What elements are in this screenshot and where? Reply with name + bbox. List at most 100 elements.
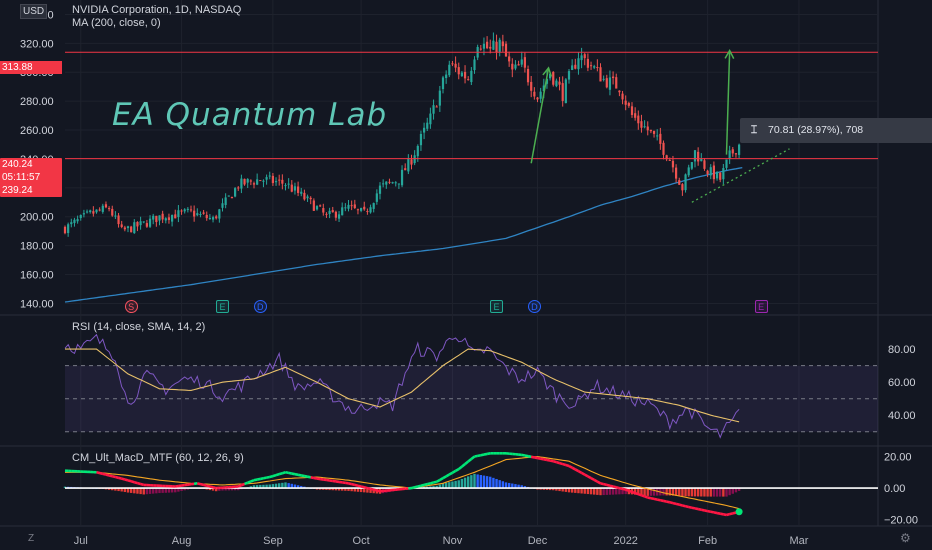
macd-line-segment bbox=[530, 455, 535, 459]
macd-line-segment bbox=[650, 496, 655, 501]
macd-line-segment bbox=[367, 486, 371, 491]
candle-body bbox=[577, 58, 580, 70]
candle-body bbox=[85, 211, 89, 213]
event-earnings-icon[interactable]: E bbox=[490, 300, 504, 313]
rsi-legend[interactable]: RSI (14, close, SMA, 14, 2) bbox=[72, 321, 205, 333]
candle-body bbox=[237, 187, 240, 189]
candle-body bbox=[397, 183, 400, 185]
macd-line-segment bbox=[556, 460, 560, 465]
measure-tool-label[interactable]: ⌶ 70.81 (28.97%), 708 bbox=[740, 118, 932, 143]
macd-line-segment bbox=[546, 458, 551, 462]
macd-line-segment bbox=[454, 467, 460, 473]
macd-line-segment bbox=[688, 505, 693, 509]
macd-histogram-bar bbox=[615, 488, 618, 495]
macd-line-segment bbox=[121, 477, 126, 481]
candle-body bbox=[309, 197, 312, 200]
macd-histogram-bar bbox=[495, 478, 498, 489]
event-earnings-upcoming-icon[interactable]: E bbox=[754, 300, 768, 313]
candle-body bbox=[700, 158, 703, 162]
time-tick-4: Nov bbox=[443, 535, 463, 547]
macd-histogram-bar bbox=[712, 488, 716, 497]
symbol-legend[interactable]: NVIDIA Corporation, 1D, NASDAQ bbox=[72, 4, 241, 16]
candle-body bbox=[114, 215, 117, 217]
macd-histogram-bar bbox=[448, 482, 451, 489]
candle-body bbox=[366, 211, 369, 213]
candle-body bbox=[199, 214, 202, 216]
candle-body bbox=[564, 79, 567, 104]
macd-histogram-bar bbox=[485, 476, 489, 489]
candle-body bbox=[104, 204, 108, 208]
candle-body bbox=[608, 77, 612, 90]
candle-body bbox=[183, 209, 186, 212]
macd-tick-1: 0.00 bbox=[884, 483, 905, 495]
candle-body bbox=[593, 66, 596, 68]
macd-line-segment bbox=[111, 474, 116, 479]
candle-body bbox=[511, 63, 514, 70]
candle-body bbox=[634, 113, 637, 118]
macd-histogram-bar bbox=[681, 488, 684, 497]
chart-canvas[interactable]: 140.00160.00180.00200.00220.00240.00260.… bbox=[0, 0, 932, 550]
candle-body bbox=[520, 59, 523, 65]
candle-body bbox=[407, 158, 410, 172]
candle-body bbox=[470, 70, 473, 83]
event-dividend-icon[interactable]: D bbox=[527, 300, 541, 313]
macd-histogram-bar bbox=[498, 480, 501, 489]
ma-legend[interactable]: MA (200, close, 0) bbox=[72, 17, 161, 29]
macd-histogram-bar bbox=[148, 488, 152, 494]
candle-body bbox=[218, 209, 221, 219]
macd-line-segment bbox=[474, 454, 478, 458]
macd-line-segment bbox=[291, 472, 296, 476]
macd-histogram-bar bbox=[608, 488, 612, 495]
event-split-icon[interactable]: S bbox=[124, 300, 138, 313]
timezone-icon[interactable]: Z bbox=[28, 533, 34, 544]
macd-line-segment bbox=[433, 480, 438, 484]
candle-body bbox=[130, 226, 133, 233]
candle-body bbox=[602, 78, 605, 80]
candle-body bbox=[139, 221, 142, 226]
price-tick-7: 280.00 bbox=[20, 96, 54, 108]
candle-body bbox=[618, 90, 621, 93]
macd-line-segment bbox=[275, 472, 280, 477]
macd-histogram-bar bbox=[602, 488, 605, 496]
candle-body bbox=[583, 54, 586, 59]
candle-body bbox=[391, 182, 394, 184]
time-tick-1: Aug bbox=[172, 535, 192, 547]
macd-line-segment bbox=[247, 480, 252, 484]
settings-icon[interactable]: ⚙ bbox=[900, 531, 911, 545]
macd-line-segment bbox=[596, 480, 602, 485]
macd-line-segment bbox=[102, 472, 107, 476]
price-tick-9: 320.00 bbox=[20, 38, 54, 50]
time-tick-8: Mar bbox=[789, 535, 808, 547]
macd-line-segment bbox=[307, 475, 311, 479]
candle-body bbox=[533, 91, 536, 97]
candle-body bbox=[158, 215, 161, 221]
macd-histogram-bar bbox=[479, 474, 482, 489]
candle-body bbox=[445, 74, 448, 79]
currency-badge[interactable]: USD bbox=[20, 4, 48, 19]
candle-body bbox=[319, 205, 322, 207]
macd-histogram-bar bbox=[652, 488, 656, 496]
macd-line-segment bbox=[300, 474, 305, 478]
macd-line-segment bbox=[682, 504, 686, 508]
macd-legend[interactable]: CM_Ult_MacD_MTF (60, 12, 26, 9) bbox=[72, 452, 244, 464]
candle-body bbox=[709, 167, 712, 176]
candle-body bbox=[363, 206, 366, 210]
candle-body bbox=[624, 100, 627, 105]
candle-body bbox=[347, 204, 350, 209]
macd-histogram-bar bbox=[696, 488, 700, 497]
macd-line-segment bbox=[653, 497, 658, 501]
candle-body bbox=[514, 64, 517, 69]
candle-body bbox=[501, 41, 504, 47]
event-earnings-icon[interactable]: E bbox=[216, 300, 229, 313]
event-dividend-icon[interactable]: D bbox=[253, 300, 267, 313]
macd-line-segment bbox=[253, 478, 258, 482]
macd-line-segment bbox=[357, 484, 362, 488]
macd-line-segment bbox=[370, 487, 375, 491]
candle-body bbox=[539, 91, 542, 99]
candle-body bbox=[684, 174, 687, 191]
candle-body bbox=[382, 183, 385, 185]
macd-histogram-bar bbox=[687, 488, 690, 497]
macd-line-segment bbox=[430, 481, 434, 485]
candle-body bbox=[637, 115, 640, 124]
candle-body bbox=[284, 185, 287, 187]
